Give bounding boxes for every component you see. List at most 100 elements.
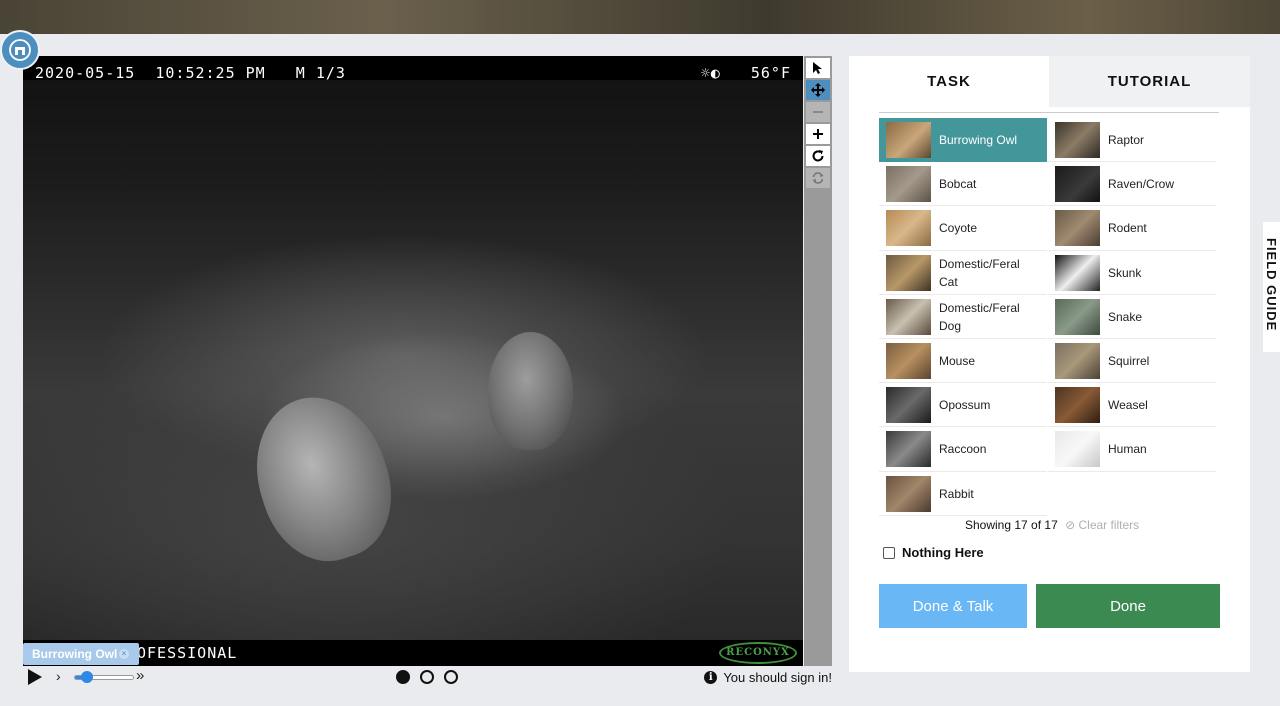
camera-temperature: ☼◐ 56°F (700, 64, 791, 82)
slower-icon[interactable]: › (56, 668, 61, 684)
species-choice[interactable]: Domestic/Feral Cat (879, 251, 1047, 295)
species-choice[interactable]: Raccoon (879, 427, 1047, 471)
species-choice[interactable]: Domestic/Feral Dog (879, 295, 1047, 339)
zoom-in-icon (813, 129, 823, 139)
nothing-here-option[interactable]: Nothing Here (883, 545, 984, 560)
reset-view-button[interactable] (806, 168, 830, 188)
field-guide-label: FIELD GUIDE (1264, 238, 1279, 332)
species-choice[interactable]: Rodent (1048, 206, 1216, 250)
choice-separator (1048, 470, 1216, 472)
done-and-talk-button[interactable]: Done & Talk (879, 584, 1027, 628)
species-choice-label: Squirrel (1108, 354, 1150, 368)
species-choice-label: Human (1108, 442, 1147, 457)
selected-tag-chip[interactable]: Burrowing Owl × (23, 643, 139, 665)
species-thumbnail (1055, 298, 1100, 335)
reconyx-logo: RECONYX (719, 642, 797, 664)
sign-in-notice[interactable]: i You should sign in! (704, 670, 832, 685)
species-thumbnail (1055, 431, 1100, 468)
camera-info-bar: 2020-05-15 10:52:25 PM M 1/3 ☼◐ 56°F (23, 56, 803, 82)
camera-timestamp: 2020-05-15 10:52:25 PM M 1/3 (35, 64, 346, 82)
species-choice[interactable]: Skunk (1048, 251, 1216, 295)
field-guide-tab[interactable]: FIELD GUIDE (1263, 222, 1280, 352)
pointer-tool-button[interactable] (806, 58, 830, 78)
species-choice-label: Rabbit (939, 486, 974, 501)
project-header-background (0, 0, 1280, 34)
close-icon[interactable]: × (119, 649, 129, 659)
species-choice-label: Bobcat (939, 177, 977, 192)
species-thumbnail (886, 254, 931, 291)
species-thumbnail (1055, 387, 1100, 424)
choice-separator (879, 514, 1047, 516)
species-choice[interactable]: Rabbit (879, 472, 1047, 516)
species-choice-label: Snake (1108, 309, 1143, 324)
tag-chip-label: Burrowing Owl (32, 647, 118, 661)
species-choice[interactable]: Raven/Crow (1048, 162, 1216, 206)
species-thumbnail (1055, 122, 1100, 158)
species-choice-label: Raptor (1108, 133, 1145, 147)
trail-camera-photo (23, 56, 803, 666)
species-choice-label: Domestic/Feral Cat (939, 256, 1020, 289)
species-choice-label: Mouse (939, 354, 976, 368)
species-choice[interactable]: Burrowing Owl (879, 118, 1047, 162)
species-thumbnail (886, 343, 931, 379)
sign-in-message: You should sign in! (723, 670, 832, 685)
species-choice[interactable]: Weasel (1048, 383, 1216, 427)
frame-dot[interactable] (396, 670, 410, 684)
tab-task[interactable]: TASK (849, 56, 1049, 107)
zoom-in-button[interactable] (806, 124, 830, 144)
species-choice[interactable]: Coyote (879, 206, 1047, 250)
species-thumbnail (886, 166, 931, 203)
playback-speed-thumb[interactable] (80, 671, 93, 683)
species-thumbnail (886, 122, 931, 158)
rotate-button[interactable] (806, 146, 830, 166)
subject-image-viewer[interactable]: 2020-05-15 10:52:25 PM M 1/3 ☼◐ 56°F OFE… (23, 56, 803, 666)
species-thumbnail (1055, 210, 1100, 247)
faster-icon[interactable]: » (136, 667, 144, 684)
info-icon: i (704, 671, 718, 684)
tab-tutorial[interactable]: TUTORIAL (1049, 56, 1250, 107)
frame-dot[interactable] (420, 670, 434, 684)
classifier-task-panel: TASK TUTORIAL Burrowing Owl Raptor Bobcat R… (849, 56, 1250, 672)
species-choice-label: Raccoon (939, 442, 987, 457)
frame-indicators (396, 670, 458, 684)
species-choice[interactable]: Bobcat (879, 162, 1047, 206)
species-choice-label: Burrowing Owl (939, 133, 1018, 147)
zooniverse-logo-button[interactable] (0, 30, 40, 70)
species-choice[interactable]: Opossum (879, 383, 1047, 427)
species-thumbnail (886, 431, 931, 468)
species-choice-label: Skunk (1108, 265, 1142, 280)
move-icon (811, 83, 825, 97)
nothing-here-label: Nothing Here (902, 545, 984, 560)
showing-count: Showing 17 of 17 (965, 518, 1058, 532)
species-thumbnail (886, 387, 931, 424)
species-thumbnail (886, 298, 931, 335)
rotate-icon (812, 150, 824, 162)
reset-icon (812, 172, 824, 184)
species-thumbnail (886, 475, 931, 512)
species-choice-label: Weasel (1108, 398, 1148, 413)
nothing-here-checkbox[interactable] (883, 546, 895, 559)
zooniverse-icon (9, 39, 31, 61)
species-choice[interactable]: Snake (1048, 295, 1216, 339)
clear-filters-label: Clear filters (1078, 518, 1140, 532)
species-choice-label: Coyote (939, 221, 978, 236)
species-choice[interactable]: Squirrel (1048, 339, 1216, 383)
play-icon[interactable] (26, 668, 44, 686)
species-choice[interactable]: Raptor (1048, 118, 1216, 162)
species-choice-label: Opossum (939, 398, 991, 413)
species-choice[interactable]: Human (1048, 427, 1216, 471)
frame-dot[interactable] (444, 670, 458, 684)
species-choice[interactable]: Mouse (879, 339, 1047, 383)
camera-model-text: OFESSIONAL (137, 644, 238, 662)
clear-filters-button[interactable]: ⊘ Clear filters (1065, 518, 1139, 532)
move-tool-button[interactable] (806, 80, 830, 100)
image-toolbar (804, 56, 832, 666)
burrowing-owl-figure (488, 332, 573, 450)
zoom-out-icon (813, 111, 823, 113)
zoom-out-button[interactable] (806, 102, 830, 122)
done-button[interactable]: Done (1036, 584, 1220, 628)
species-thumbnail (1055, 166, 1100, 203)
species-choice-label: Domestic/Feral Dog (939, 300, 1020, 333)
species-thumbnail (1055, 254, 1100, 291)
species-thumbnail (1055, 343, 1100, 379)
